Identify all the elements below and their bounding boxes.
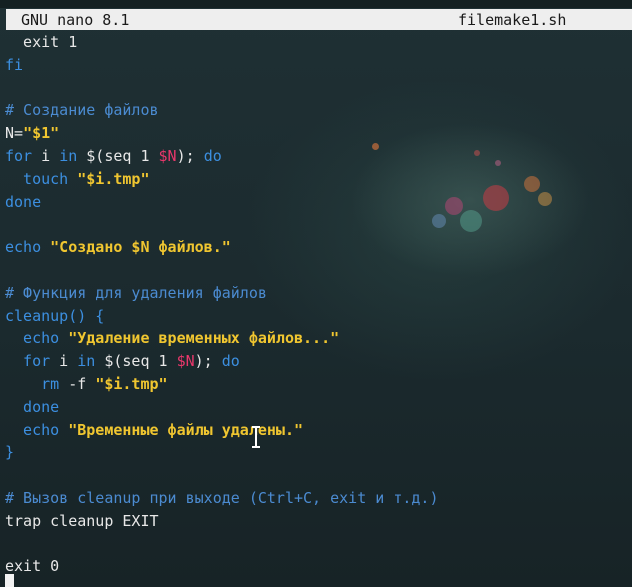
nano-version-label: GNU nano 8.1 (21, 11, 130, 29)
code-line[interactable]: fi (5, 54, 631, 77)
code-token: } (5, 443, 15, 462)
code-line[interactable]: # Функция для удаления файлов (5, 282, 631, 305)
code-token: $N (176, 352, 195, 371)
code-token: ); (194, 352, 222, 371)
code-token: ); (176, 146, 204, 165)
code-token: do (203, 146, 222, 165)
code-token: exit 0 (5, 557, 60, 576)
code-line[interactable] (5, 464, 631, 487)
code-token: exit 1 (5, 33, 78, 51)
code-line[interactable]: echo "Временные файлы удалены." (5, 419, 631, 442)
code-token: for (5, 146, 33, 165)
code-line[interactable]: trap cleanup EXIT (5, 510, 631, 533)
code-line[interactable]: # Вызов cleanup при выходе (Ctrl+C, exit… (5, 487, 631, 510)
code-line[interactable] (5, 259, 631, 282)
file-name-label: filemake1.sh (458, 11, 567, 29)
code-token: -f (68, 374, 96, 393)
code-line[interactable] (5, 533, 631, 556)
code-token: cleanup() { (5, 306, 105, 325)
code-token: # Вызов cleanup при выходе (Ctrl+C, exit… (5, 488, 439, 507)
text-cursor (5, 574, 14, 587)
code-line[interactable] (5, 213, 631, 236)
code-token: echo (5, 238, 51, 257)
code-line[interactable]: } (5, 441, 631, 464)
code-line[interactable]: exit 0 (5, 555, 631, 578)
nano-title-bar: GNU nano 8.1 filemake1.sh (6, 9, 632, 30)
code-line[interactable]: for i in $(seq 1 $N); do (5, 350, 631, 373)
code-token: i (32, 146, 60, 165)
code-token: for (5, 352, 51, 371)
code-token: fi (5, 55, 24, 74)
terminal-top-edge (0, 0, 632, 8)
code-token: in (59, 146, 78, 165)
code-token: $N (158, 146, 177, 165)
code-token: touch (5, 169, 78, 188)
code-line[interactable]: for i in $(seq 1 $N); do (5, 145, 631, 168)
code-token: trap cleanup EXIT (5, 511, 159, 530)
code-line[interactable]: N="$1" (5, 122, 631, 145)
code-token: # Создание файлов (5, 101, 159, 120)
code-token: i (50, 352, 78, 371)
code-line[interactable]: echo "Создано $N файлов." (5, 236, 631, 259)
code-token: echo (5, 420, 69, 439)
code-token: "$i.tmp" (95, 374, 168, 393)
code-token: echo (5, 329, 69, 348)
code-token: "Удаление временных файлов..." (68, 329, 340, 348)
code-token: do (221, 352, 240, 371)
code-line[interactable]: done (5, 396, 631, 419)
code-token: "$1" (23, 124, 60, 143)
code-line[interactable]: done (5, 191, 631, 214)
code-token: $(seq 1 (77, 146, 159, 165)
code-token: in (77, 352, 96, 371)
code-editor-area[interactable]: exit 1 fi # Создание файлов N="$1" for i in… (5, 31, 631, 578)
code-line[interactable]: rm -f "$i.tmp" (5, 373, 631, 396)
code-token: # Функция для удаления файлов (5, 283, 267, 302)
code-token: done (5, 192, 42, 211)
code-token: N= (5, 124, 24, 143)
code-line[interactable] (5, 77, 631, 100)
code-token: "Создано $N файлов." (50, 238, 231, 257)
code-token: rm (5, 374, 69, 393)
code-token: $(seq 1 (95, 352, 177, 371)
code-token: "Временные файлы удалены." (68, 420, 304, 439)
code-token: "$i.tmp" (77, 169, 150, 188)
code-token: done (5, 397, 60, 416)
code-line[interactable]: # Создание файлов (5, 99, 631, 122)
code-line[interactable]: echo "Удаление временных файлов..." (5, 327, 631, 350)
code-line[interactable]: exit 1 (5, 31, 631, 54)
mouse-ibeam-cursor-icon (250, 425, 262, 449)
code-line[interactable]: cleanup() { (5, 305, 631, 328)
code-line[interactable]: touch "$i.tmp" (5, 168, 631, 191)
